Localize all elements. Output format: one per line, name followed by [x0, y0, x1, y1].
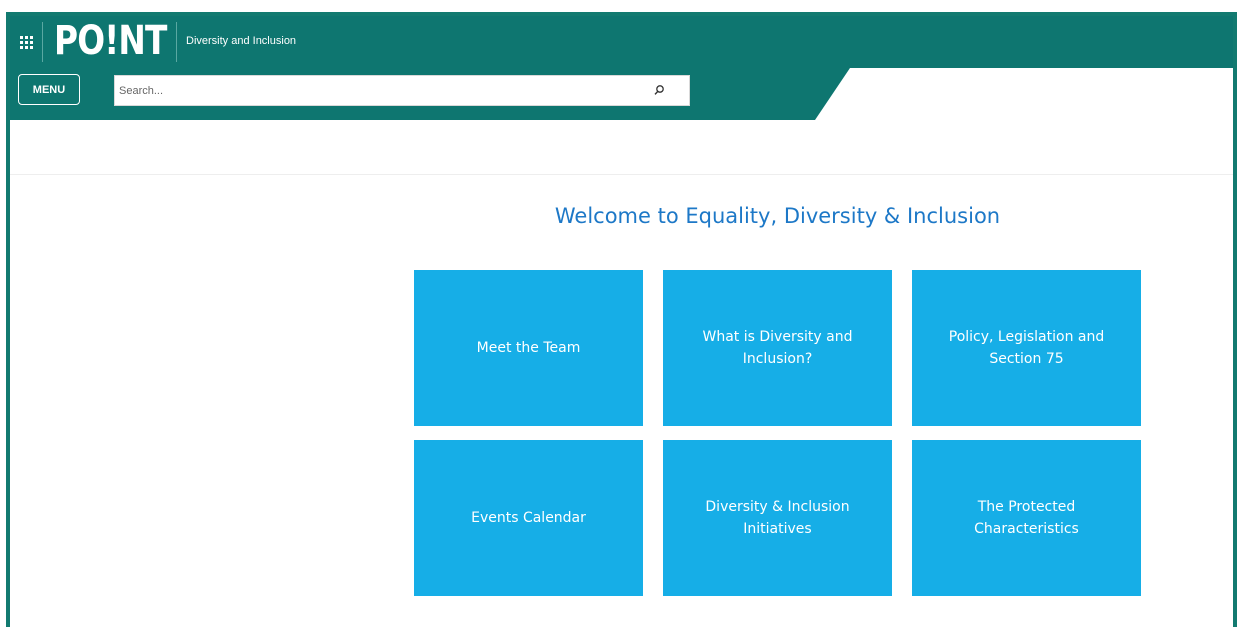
menu-button[interactable]: MENU	[18, 74, 80, 105]
search-icon[interactable]	[653, 84, 665, 96]
separator	[42, 22, 43, 62]
site-title[interactable]: Diversity and Inclusion	[186, 16, 296, 68]
tile-what-is-diversity[interactable]: What is Diversity and Inclusion?	[663, 270, 892, 426]
page-title: Welcome to Equality, Diversity & Inclusi…	[554, 204, 1001, 228]
tile-diversity-initiatives[interactable]: Diversity & Inclusion Initiatives	[663, 440, 892, 596]
tile-policy-legislation[interactable]: Policy, Legislation and Section 75	[912, 270, 1141, 426]
content-divider	[10, 174, 1233, 175]
app-launcher-button[interactable]	[10, 16, 42, 68]
site-logo[interactable]: PO!NT	[54, 16, 167, 68]
tile-protected-characteristics[interactable]: The Protected Characteristics	[912, 440, 1141, 596]
tile-meet-the-team[interactable]: Meet the Team	[414, 270, 643, 426]
cropped-caption	[0, 0, 1242, 12]
search-box	[114, 75, 690, 106]
tile-events-calendar[interactable]: Events Calendar	[414, 440, 643, 596]
browser-frame: PO!NT Diversity and Inclusion MENU Welco…	[6, 12, 1237, 627]
suite-bar: PO!NT Diversity and Inclusion	[10, 16, 1233, 68]
separator	[176, 22, 177, 62]
search-input[interactable]	[115, 76, 663, 105]
waffle-icon	[19, 35, 33, 49]
